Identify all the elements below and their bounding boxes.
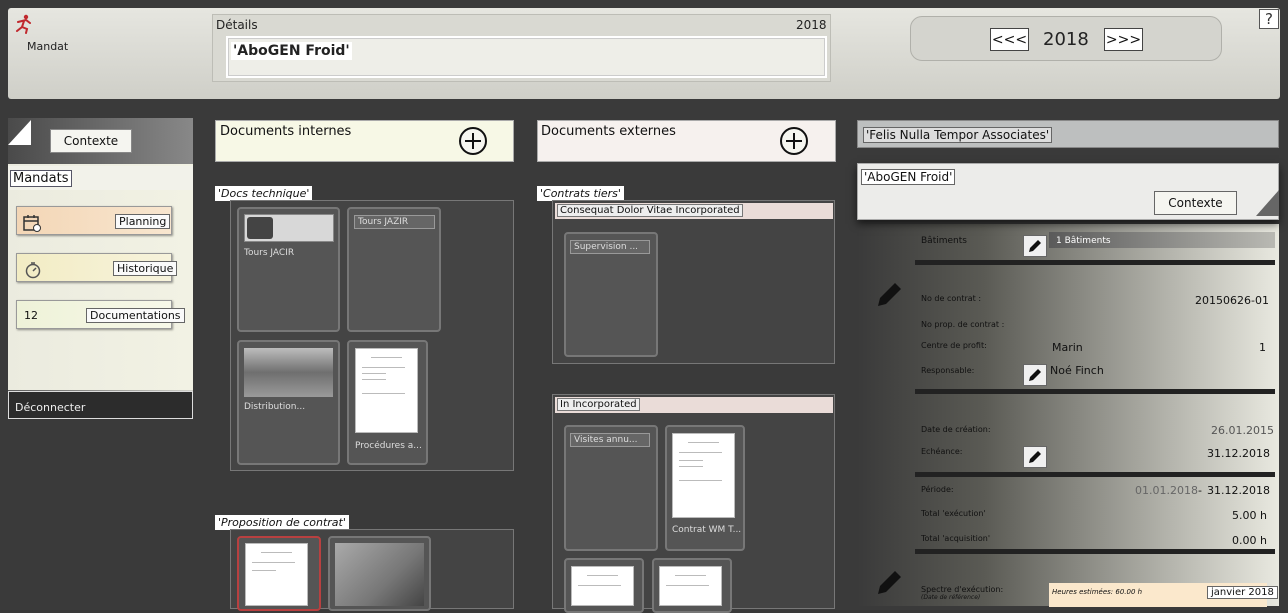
period-separator: - — [1198, 484, 1202, 497]
period-end: 31.12.2018 — [1207, 484, 1270, 497]
collapse-corner-icon[interactable] — [1256, 190, 1279, 216]
edit-batiments-button[interactable] — [1023, 235, 1047, 257]
collapse-corner-icon[interactable] — [8, 120, 31, 145]
creation-date-label: Date de création: — [921, 425, 991, 434]
external-docs-title: Documents externes — [541, 124, 676, 139]
responsible-value: Noé Finch — [1050, 364, 1104, 377]
section-divider — [915, 260, 1275, 265]
edit-spectrum-pencil-icon[interactable] — [875, 567, 905, 597]
document-thumbnail — [672, 433, 735, 518]
contract-number-label: No de contrat : — [921, 294, 982, 303]
previous-year-button[interactable]: <<< — [990, 28, 1029, 51]
pencil-icon — [1029, 369, 1041, 381]
creation-date-value: 26.01.2015 — [1211, 424, 1274, 437]
subgroup-title: In Incorporated — [557, 398, 640, 411]
photo-thumbnail — [244, 348, 333, 397]
doc-tile-label: Contrat WM T... — [672, 525, 742, 535]
execution-total-label: Total 'exécution' — [921, 509, 986, 518]
spectrum-label: Spectre d'exécution: — [921, 585, 1004, 594]
internal-docs-title: Documents internes — [220, 124, 352, 139]
acquisition-total-value: 0.00 h — [1232, 534, 1267, 547]
group-label-proposition: 'Proposition de contrat' — [215, 515, 349, 530]
details-year: 2018 — [796, 18, 827, 32]
doc-tile-name: Tours JAZIR — [354, 215, 435, 229]
add-external-doc-icon[interactable] — [779, 126, 809, 156]
historique-label[interactable]: Historique — [113, 261, 178, 276]
doc-tile-label: Procédures a... — [355, 441, 422, 451]
calendar-icon — [23, 215, 41, 232]
acquisition-total-label: Total 'acquisition' — [921, 534, 991, 543]
contract-number-value: 20150626-01 — [1195, 294, 1269, 307]
due-date-label: Echéance: — [921, 447, 963, 456]
company-name[interactable]: 'Felis Nulla Tempor Associates' — [863, 127, 1053, 143]
app-label: Mandat — [27, 40, 69, 53]
mandate-name: 'AboGEN Froid' — [861, 169, 956, 185]
details-title: Détails — [216, 18, 258, 32]
spectrum-month-select[interactable]: janvier 2018 — [1207, 586, 1278, 599]
planning-label[interactable]: Planning — [115, 214, 171, 229]
profit-centre-name: Marin — [1052, 341, 1083, 354]
document-thumbnail — [571, 566, 634, 606]
add-internal-doc-icon[interactable] — [458, 126, 488, 156]
documentations-count: 12 — [24, 309, 38, 322]
group-label-contrats-tiers: 'Contrats tiers' — [537, 186, 624, 201]
proposal-number-label: No prop. de contrat : — [921, 320, 1005, 329]
photo-thumbnail — [335, 543, 424, 606]
period-label: Période: — [921, 485, 954, 494]
batiments-label: Bâtiments — [921, 236, 967, 246]
app-logo-icon — [16, 14, 31, 34]
details-mandate-name: 'AboGEN Froid' — [231, 42, 352, 60]
execution-total-value: 5.00 h — [1232, 509, 1267, 522]
current-year: 2018 — [1043, 29, 1089, 50]
pencil-icon — [1029, 240, 1041, 252]
help-button[interactable]: ? — [1259, 9, 1279, 29]
pencil-icon — [1029, 451, 1041, 463]
section-divider — [915, 549, 1275, 554]
profit-centre-number: 1 — [1259, 341, 1266, 354]
context-button-right[interactable]: Contexte — [1154, 191, 1237, 215]
mandats-label[interactable]: Mandats — [10, 170, 72, 187]
batiments-value: 1 Bâtiments — [1056, 236, 1111, 246]
responsible-label: Responsable: — [921, 366, 975, 375]
logout-button[interactable]: Déconnecter — [8, 391, 193, 419]
document-thumbnail — [355, 348, 418, 433]
next-year-button[interactable]: >>> — [1104, 28, 1143, 51]
doc-tile-name: Visites annu... — [570, 433, 650, 447]
doc-tile-label: Tours JACIR — [244, 248, 295, 258]
section-divider — [915, 389, 1275, 394]
estimated-hours: Heures estimées: 60.00 h — [1052, 588, 1143, 596]
doc-tile-label: Distribution... — [244, 402, 306, 412]
section-divider — [915, 472, 1275, 477]
subgroup-title: Consequat Dolor Vitae Incorporated — [557, 204, 743, 217]
period-start: 01.01.2018 — [1135, 484, 1198, 497]
doc-tile-name: Supervision ... — [570, 240, 650, 254]
jacir-logo-thumbnail — [244, 214, 334, 242]
document-thumbnail — [659, 566, 722, 606]
edit-responsible-button[interactable] — [1023, 364, 1047, 386]
spectrum-sublabel: (Date de référence) — [921, 594, 981, 601]
document-thumbnail — [245, 543, 308, 606]
stopwatch-icon — [25, 262, 41, 279]
edit-due-date-button[interactable] — [1023, 446, 1047, 468]
group-label-docs-technique: 'Docs technique' — [215, 186, 313, 201]
context-button[interactable]: Contexte — [50, 129, 132, 153]
due-date-value: 31.12.2018 — [1207, 447, 1270, 460]
edit-contract-pencil-icon[interactable] — [875, 279, 905, 309]
profit-centre-label: Centre de profit: — [921, 341, 987, 350]
documentations-label[interactable]: Documentations — [86, 308, 185, 323]
